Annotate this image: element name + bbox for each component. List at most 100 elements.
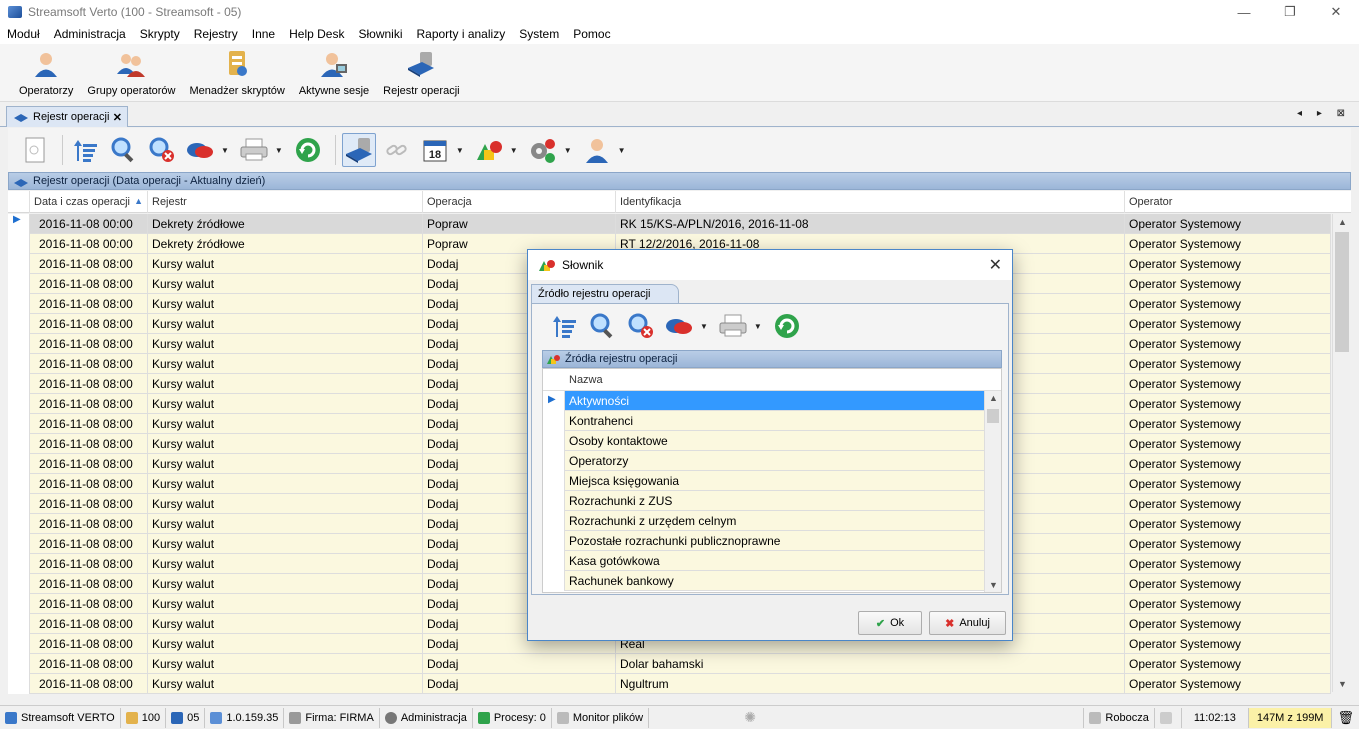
search-clear-button[interactable] xyxy=(145,133,179,167)
user-icon xyxy=(5,711,17,724)
close-button[interactable]: ✕ xyxy=(1313,0,1359,24)
menu-help-desk[interactable]: Help Desk xyxy=(282,27,351,41)
sort-icon xyxy=(74,140,97,162)
dialog-scrollbar[interactable]: ▲ ▼ xyxy=(984,391,1001,592)
preview-button[interactable] xyxy=(18,133,52,167)
trash-button[interactable]: 🗑 xyxy=(1332,708,1359,728)
menu-skrypty[interactable]: Skrypty xyxy=(133,27,187,41)
table-row[interactable]: ▶ 2016-11-08 00:00 Dekrety źródłowe Popraw R… xyxy=(8,214,1331,234)
table-cell: RK 15/KS-A/PLN/2016, 2016-11-08 xyxy=(616,214,1125,234)
table-cell: 2016-11-08 00:00 xyxy=(30,214,148,234)
ribbon-grupy-button[interactable]: Grupy operatorów xyxy=(80,49,182,101)
print-button[interactable] xyxy=(237,133,271,167)
dialog-search-button[interactable] xyxy=(586,309,620,343)
dialog-search-clear-button[interactable] xyxy=(624,309,658,343)
filter-dropdown-icon[interactable]: ▼ xyxy=(221,146,229,155)
tab-rejestr-operacji[interactable]: Rejestr operacji ✕ xyxy=(6,106,128,127)
column-header-operacja[interactable]: Operacja xyxy=(423,191,616,213)
menu-modul[interactable]: Moduł xyxy=(0,27,47,41)
column-header-operator[interactable]: Operator xyxy=(1125,191,1331,213)
calendar-button[interactable]: 18 xyxy=(418,133,452,167)
ribbon-menadzer-button[interactable]: Menadżer skryptów xyxy=(182,49,291,101)
search-button[interactable] xyxy=(107,133,141,167)
menu-inne[interactable]: Inne xyxy=(245,27,282,41)
dialog-toolbar: ▼ ▼ xyxy=(548,308,808,344)
dialog-print-button[interactable] xyxy=(716,309,750,343)
menu-administracja[interactable]: Administracja xyxy=(47,27,133,41)
table-cell: 2016-11-08 08:00 xyxy=(30,254,148,274)
table-row[interactable]: 2016-11-08 08:00 Kursy walut Dodaj Ngultrum… xyxy=(8,674,1331,694)
operator-button[interactable] xyxy=(580,133,614,167)
menu-system[interactable]: System xyxy=(512,27,566,41)
tab-label: Rejestr operacji xyxy=(33,111,110,123)
dialog-body: ▼ ▼ Źródła rejestru operacji Nazwa ▲ ▼ ▶… xyxy=(531,303,1009,595)
ribbon-sesje-button[interactable]: Aktywne sesje xyxy=(292,49,376,101)
settings-button[interactable] xyxy=(526,133,560,167)
scroll-up-icon[interactable]: ▲ xyxy=(989,393,998,403)
scroll-down-icon[interactable]: ▼ xyxy=(989,580,998,590)
list-item[interactable]: Rozrachunki z ZUS xyxy=(543,491,984,511)
status-app: Streamsoft VERTO xyxy=(0,707,121,728)
list-item[interactable]: Miejsca księgowania xyxy=(543,471,984,491)
scroll-up-icon[interactable]: ▲ xyxy=(1338,217,1347,227)
ok-button[interactable]: ✔ Ok xyxy=(858,611,922,635)
dialog-close-icon[interactable]: ✕ xyxy=(989,255,1002,275)
user-icon xyxy=(31,49,61,79)
maximize-button[interactable]: ❐ xyxy=(1267,0,1313,24)
table-cell: Operator Systemowy xyxy=(1125,474,1331,494)
tab-close-icon[interactable]: ✕ xyxy=(113,111,122,124)
dialog-filter-button[interactable] xyxy=(662,309,696,343)
list-item[interactable]: Osoby kontaktowe xyxy=(543,431,984,451)
shapes-button[interactable] xyxy=(472,133,506,167)
register-icon xyxy=(14,114,28,122)
menu-rejestry[interactable]: Rejestry xyxy=(187,27,245,41)
tab-navigation[interactable]: ◂ ▸ ⊠ xyxy=(1297,108,1351,119)
dialog-print-dropdown-icon[interactable]: ▼ xyxy=(754,322,762,331)
briefcase-icon xyxy=(1089,711,1102,724)
menu-slowniki[interactable]: Słowniki xyxy=(351,27,409,41)
cancel-button[interactable]: ✖ Anuluj xyxy=(929,611,1006,635)
dialog-tab[interactable]: Źródło rejestru operacji xyxy=(531,284,679,304)
register-view-button[interactable] xyxy=(341,133,376,167)
calendar-dropdown-icon[interactable]: ▼ xyxy=(456,146,464,155)
status-processes[interactable]: Procesy: 0 xyxy=(473,707,552,728)
table-cell: 2016-11-08 08:00 xyxy=(30,294,148,314)
calendar-icon: 18 xyxy=(423,140,447,162)
ribbon-rejestr-button[interactable]: Rejestr operacji xyxy=(376,49,466,101)
main-toolbar: ▼ ▼ 18 ▼ ▼ ▼ ▼ xyxy=(8,128,1351,172)
scroll-down-icon[interactable]: ▼ xyxy=(1338,679,1347,689)
dialog-filter-dropdown-icon[interactable]: ▼ xyxy=(700,322,708,331)
settings-dropdown-icon[interactable]: ▼ xyxy=(564,146,572,155)
column-header-rejestr[interactable]: Rejestr xyxy=(148,191,423,213)
column-header-data[interactable]: Data i czas operacji ▲ xyxy=(30,191,148,213)
ribbon-operatorzy-button[interactable]: Operatorzy xyxy=(12,49,80,101)
dialog-sort-button[interactable] xyxy=(548,309,582,343)
list-item[interactable]: ▶ Aktywności xyxy=(543,391,984,411)
list-item[interactable]: Rozrachunki z urzędem celnym xyxy=(543,511,984,531)
register-book-icon xyxy=(345,138,372,163)
scrollbar-thumb[interactable] xyxy=(987,409,999,423)
filter-button[interactable] xyxy=(183,133,217,167)
list-item[interactable]: Kontrahenci xyxy=(543,411,984,431)
list-item[interactable]: Kasa gotówkowa xyxy=(543,551,984,571)
refresh-button[interactable] xyxy=(291,133,325,167)
list-item[interactable]: Operatorzy xyxy=(543,451,984,471)
table-cell: Operator Systemowy xyxy=(1125,554,1331,574)
shapes-dropdown-icon[interactable]: ▼ xyxy=(510,146,518,155)
list-item[interactable]: Rachunek bankowy xyxy=(543,571,984,591)
operator-dropdown-icon[interactable]: ▼ xyxy=(618,146,626,155)
sort-button[interactable] xyxy=(69,133,103,167)
column-header-identyfikacja[interactable]: Identyfikacja xyxy=(616,191,1125,213)
status-monitor[interactable]: Monitor plików xyxy=(552,707,650,728)
table-row[interactable]: 2016-11-08 08:00 Kursy walut Dodaj Dolar ba… xyxy=(8,654,1331,674)
print-dropdown-icon[interactable]: ▼ xyxy=(275,146,283,155)
grid-scrollbar[interactable]: ▲ ▼ xyxy=(1332,214,1351,692)
link-button[interactable] xyxy=(380,133,414,167)
minimize-button[interactable]: — xyxy=(1221,0,1267,24)
menu-raporty[interactable]: Raporty i analizy xyxy=(409,27,512,41)
scrollbar-thumb[interactable] xyxy=(1335,232,1349,352)
list-item[interactable]: Pozostałe rozrachunki publicznoprawne xyxy=(543,531,984,551)
menu-pomoc[interactable]: Pomoc xyxy=(566,27,617,41)
dialog-refresh-button[interactable] xyxy=(770,309,804,343)
dialog-column-header[interactable]: Nazwa xyxy=(543,369,1001,391)
